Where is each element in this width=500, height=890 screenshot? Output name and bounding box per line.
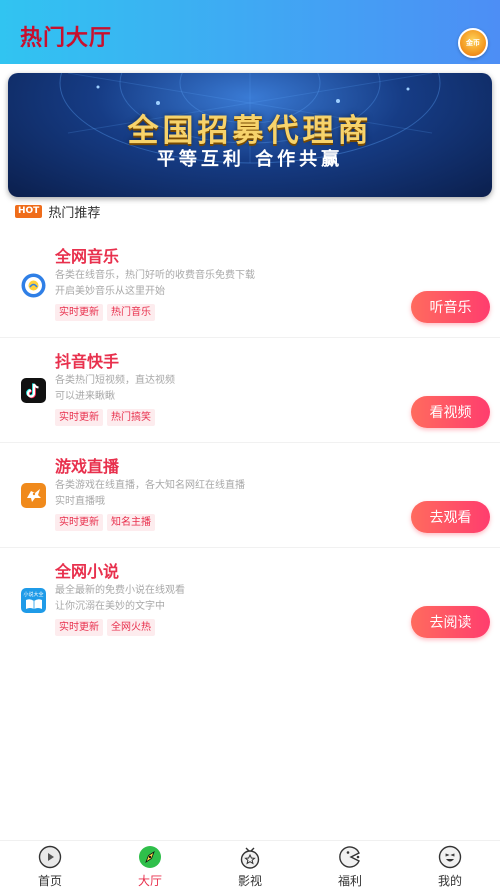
novel-icon: 小说大全 [21,588,46,613]
list-item-gamelive[interactable]: 游戏直播 各类游戏在线直播，各大知名网红在线直播 实时直播哦 实时更新 知名主播… [0,443,500,548]
tag-realtime: 实时更新 [55,619,103,636]
item-description: 各类热门短视频，直达视频 可以进来瞅瞅 [55,373,285,405]
banner-subtitle: 平等互利 合作共赢 [156,149,344,170]
item-description-line: 最全最新的免费小说在线观看 [55,585,185,596]
item-description-line: 可以进来瞅瞅 [55,391,115,402]
tab-welfare[interactable]: 福利 [300,841,400,890]
tab-hall[interactable]: 大厅 [100,841,200,890]
item-description-line: 各类在线音乐，热门好听的收费音乐免费下载 [55,270,255,281]
tab-label: 首页 [37,874,62,888]
tab-video[interactable]: 影视 [200,841,300,890]
tag-realtime: 实时更新 [55,304,103,321]
item-description: 各类游戏在线直播，各大知名网红在线直播 实时直播哦 [55,478,285,510]
item-description-line: 实时直播哦 [55,496,105,507]
go-read-button[interactable]: 去阅读 [411,606,490,638]
list-item-shortvideo[interactable]: 抖音快手 各类热门短视频，直达视频 可以进来瞅瞅 实时更新 热门搞笑 看视频 [0,338,500,443]
item-title: 全网音乐 [55,247,120,266]
banner-title: 全国招募代理商 [127,113,373,149]
tab-home[interactable]: 首页 [0,841,100,890]
watch-video-button[interactable]: 看视频 [411,396,490,428]
play-circle-icon [38,845,62,869]
coin-badge-icon[interactable]: 金币 [458,28,488,58]
tv-icon [238,845,262,869]
game-icon [21,483,46,508]
tab-label: 我的 [437,874,462,888]
item-title: 游戏直播 [55,457,120,476]
item-description: 最全最新的免费小说在线观看 让你沉溺在美妙的文字中 [55,583,285,615]
item-title: 抖音快手 [55,352,120,371]
go-watch-button[interactable]: 去观看 [411,501,490,533]
bottom-tab-bar: 首页 大厅 影视 福利 我的 [0,840,500,890]
item-tags: 实时更新 知名主播 [55,514,155,531]
page-title: 热门大厅 [20,26,113,51]
compass-icon [138,845,162,869]
list-item-novel[interactable]: 小说大全 全网小说 最全最新的免费小说在线观看 让你沉溺在美妙的文字中 实时更新… [0,548,500,653]
music-icon [21,273,46,298]
tag-realtime: 实时更新 [55,409,103,426]
tag-category: 热门搞笑 [107,409,155,426]
item-tags: 实时更新 全网火热 [55,619,155,636]
section-title: 热门推荐 [48,205,101,221]
item-description-line: 开启美妙音乐从这里开始 [55,286,165,297]
item-description: 各类在线音乐，热门好听的收费音乐免费下载 开启美妙音乐从这里开始 [55,268,285,300]
tiktok-icon [21,378,46,403]
recruit-banner[interactable]: 全国招募代理商 平等互利 合作共赢 [8,73,492,197]
item-title: 全网小说 [55,562,120,581]
app-header: 热门大厅 金币 [0,0,500,64]
tag-category: 知名主播 [107,514,155,531]
coin-badge-text: 金币 [466,39,480,47]
list-item-music[interactable]: 全网音乐 各类在线音乐，热门好听的收费音乐免费下载 开启美妙音乐从这里开始 实时… [0,233,500,338]
tab-label: 影视 [237,874,262,888]
pacman-icon [338,845,362,869]
hot-badge: HOT [15,204,43,218]
tab-mine[interactable]: 我的 [400,841,500,890]
tag-category: 全网火热 [107,619,155,636]
item-description-line: 各类热门短视频，直达视频 [55,375,175,386]
item-description-line: 让你沉溺在美妙的文字中 [55,601,165,612]
tab-label: 福利 [337,874,362,888]
section-header: HOT 热门推荐 [15,202,101,221]
face-icon [438,845,462,869]
item-description-line: 各类游戏在线直播，各大知名网红在线直播 [55,480,245,491]
tag-realtime: 实时更新 [55,514,103,531]
tag-category: 热门音乐 [107,304,155,321]
item-tags: 实时更新 热门搞笑 [55,409,155,426]
item-tags: 实时更新 热门音乐 [55,304,155,321]
tab-label: 大厅 [137,874,162,888]
listen-music-button[interactable]: 听音乐 [411,291,490,323]
